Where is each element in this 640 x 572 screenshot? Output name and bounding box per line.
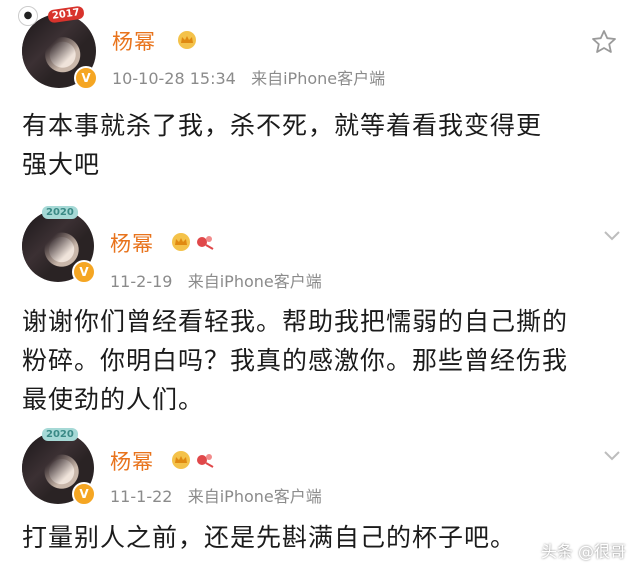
verified-badge: V — [74, 66, 98, 90]
post-source: 来自iPhone客户端 — [187, 272, 322, 291]
festive-icon — [197, 454, 214, 468]
post-text-line: 打量别人之前，还是先斟满自己的杯子吧。 — [22, 523, 517, 552]
post-text: 打量别人之前，还是先斟满自己的杯子吧。 — [22, 518, 622, 557]
post-text-line: 最使劲的人们。 — [22, 385, 205, 414]
panda-icon: ● — [18, 6, 38, 26]
crown-icon — [178, 31, 196, 49]
crown-icon — [172, 451, 190, 469]
post-text: 谢谢你们曾经看轻我。帮助我把懦弱的自己撕的 粉碎。你明白吗？我真的感激你。那些曾… — [22, 302, 622, 419]
chevron-down-icon[interactable] — [602, 228, 622, 242]
avatar[interactable]: 2020 V — [22, 428, 96, 506]
weibo-post: 2017 ● V 杨幂 10-10-28 15:34 来自iPhone客户端 有… — [0, 0, 640, 190]
verified-badge: V — [72, 260, 96, 284]
post-text-line: 谢谢你们曾经看轻我。帮助我把懦弱的自己撕的 — [22, 307, 569, 336]
author-name[interactable]: 杨幂 — [110, 228, 154, 258]
author-name[interactable]: 杨幂 — [110, 446, 154, 476]
chevron-down-icon[interactable] — [602, 448, 622, 462]
festive-icon — [197, 236, 214, 250]
post-text-line: 粉碎。你明白吗？我真的感激你。那些曾经伤我 — [22, 346, 569, 375]
weibo-post: 2020 V 杨幂 11-2-19 来自iPhone客户端 谢谢你们曾经看轻我。… — [0, 190, 640, 420]
post-timestamp: 11-2-19 — [110, 272, 173, 291]
post-text-line: 有本事就杀了我，杀不死，就等着看我变得更 — [22, 111, 543, 140]
watermark: 头条 @很哥 — [540, 542, 626, 561]
avatar[interactable]: 2020 V — [22, 206, 96, 284]
post-source: 来自iPhone客户端 — [187, 487, 322, 506]
avatar[interactable]: 2017 ● V — [18, 5, 98, 90]
post-text-line: 强大吧 — [22, 150, 101, 179]
author-name[interactable]: 杨幂 — [112, 26, 156, 56]
post-source: 来自iPhone客户端 — [251, 69, 386, 88]
post-timestamp: 11-1-22 — [110, 487, 173, 506]
post-meta: 11-2-19 来自iPhone客户端 — [110, 268, 322, 292]
avatar-frame-badge: 2020 — [42, 206, 78, 219]
verified-badge: V — [72, 482, 96, 506]
post-meta: 10-10-28 15:34 来自iPhone客户端 — [112, 65, 385, 89]
crown-icon — [172, 233, 190, 251]
post-meta: 11-1-22 来自iPhone客户端 — [110, 483, 322, 507]
post-text: 有本事就杀了我，杀不死，就等着看我变得更 强大吧 — [22, 106, 622, 184]
avatar-frame-badge: 2020 — [42, 428, 78, 441]
post-timestamp: 10-10-28 15:34 — [112, 69, 236, 88]
star-icon[interactable] — [590, 28, 618, 56]
